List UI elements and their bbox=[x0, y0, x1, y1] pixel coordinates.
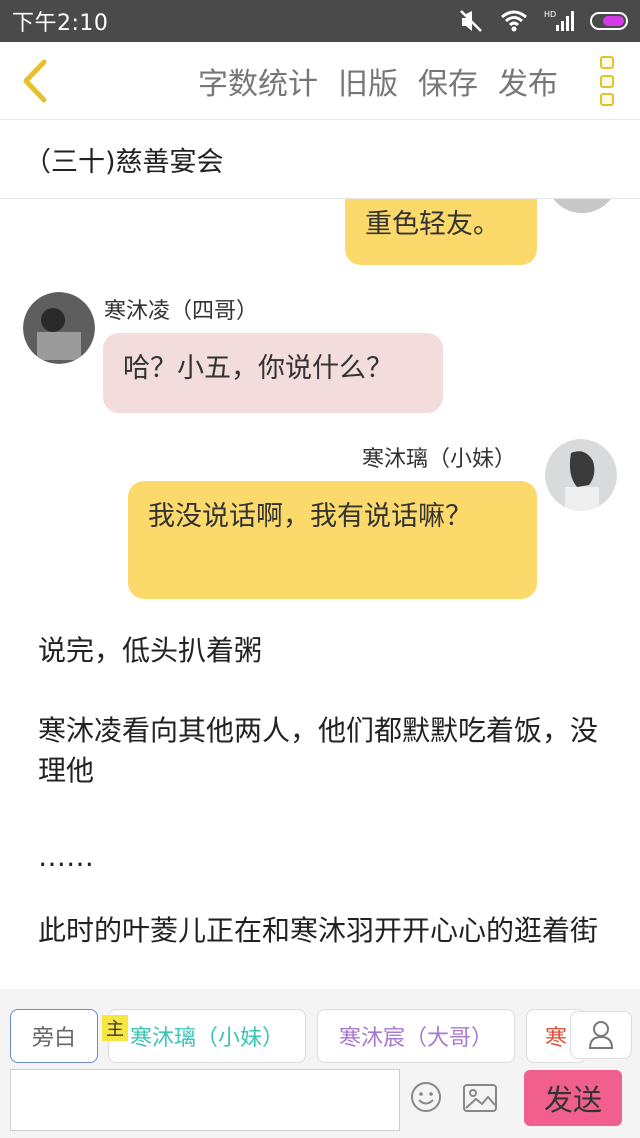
story-content: 重色轻友。 寒沐凌（四哥） 哈？小五，你说什么？ 寒沐璃（小妹） 我没说话啊，我… bbox=[0, 199, 640, 989]
more-menu-button[interactable] bbox=[596, 56, 618, 106]
save-button[interactable]: 保存 bbox=[418, 59, 478, 103]
role-xiaomei[interactable]: 寒沐璃（小妹） bbox=[108, 1009, 306, 1063]
input-bar: 发送 bbox=[0, 1067, 640, 1138]
avatar[interactable] bbox=[545, 439, 617, 511]
more-dot-icon bbox=[600, 56, 614, 69]
svg-text:HD: HD bbox=[544, 10, 556, 19]
image-icon bbox=[463, 1084, 497, 1112]
narration-text: 此时的叶菱儿正在和寒沐羽开开心心的逛着街 bbox=[38, 914, 599, 947]
message-bubble: 我没说话啊，我有说话嘛？ bbox=[128, 481, 537, 599]
editor-toolbar: 字数统计 旧版 保存 发布 bbox=[0, 42, 640, 120]
back-button[interactable] bbox=[0, 42, 70, 120]
speaker-name: 寒沐凌（四哥） bbox=[104, 299, 259, 324]
image-button[interactable] bbox=[462, 1083, 498, 1113]
chapter-title[interactable]: （三十)慈善宴会 bbox=[0, 120, 640, 199]
word-count-button[interactable]: 字数统计 bbox=[198, 59, 318, 103]
emoji-button[interactable] bbox=[410, 1081, 442, 1113]
person-icon bbox=[588, 1021, 614, 1049]
message-input[interactable] bbox=[10, 1069, 400, 1131]
more-dot-icon bbox=[600, 74, 614, 88]
avatar[interactable] bbox=[23, 292, 95, 364]
old-version-button[interactable]: 旧版 bbox=[338, 59, 398, 103]
narration-text: …… bbox=[38, 840, 94, 873]
publish-button[interactable]: 发布 bbox=[498, 59, 558, 103]
speaker-name: 寒沐璃（小妹） bbox=[362, 447, 517, 472]
smiley-icon bbox=[411, 1082, 441, 1112]
message-bubble: 哈？小五，你说什么？ bbox=[103, 333, 443, 413]
more-dot-icon bbox=[600, 93, 614, 106]
role-dage[interactable]: 寒沐宸（大哥） bbox=[317, 1009, 515, 1063]
host-badge: 主 bbox=[102, 1015, 128, 1041]
toolbar-actions: 字数统计 旧版 保存 发布 bbox=[198, 42, 558, 120]
status-icons: HD bbox=[458, 8, 628, 34]
send-button[interactable]: 发送 bbox=[524, 1070, 622, 1126]
narration-text: 寒沐凌看向其他两人，他们都默默吃着饭，没理他 bbox=[38, 714, 599, 787]
battery-icon bbox=[590, 12, 628, 30]
narration-text: 说完，低头扒着粥 bbox=[38, 634, 263, 667]
role-narrator[interactable]: 旁白 bbox=[10, 1009, 98, 1063]
status-time: 下午2:10 bbox=[12, 11, 109, 36]
role-manage-button[interactable] bbox=[570, 1011, 632, 1059]
chevron-left-icon bbox=[23, 59, 47, 102]
wifi-icon bbox=[500, 10, 528, 32]
message-bubble: 重色轻友。 bbox=[345, 199, 537, 265]
status-bar: 下午2:10 HD bbox=[0, 0, 640, 42]
silent-icon bbox=[458, 8, 484, 34]
cell-signal-icon: HD bbox=[544, 9, 574, 33]
avatar-partial bbox=[546, 199, 618, 213]
role-selector: 旁白 寒沐璃（小妹） 主 寒沐宸（大哥） 寒 bbox=[0, 989, 640, 1067]
